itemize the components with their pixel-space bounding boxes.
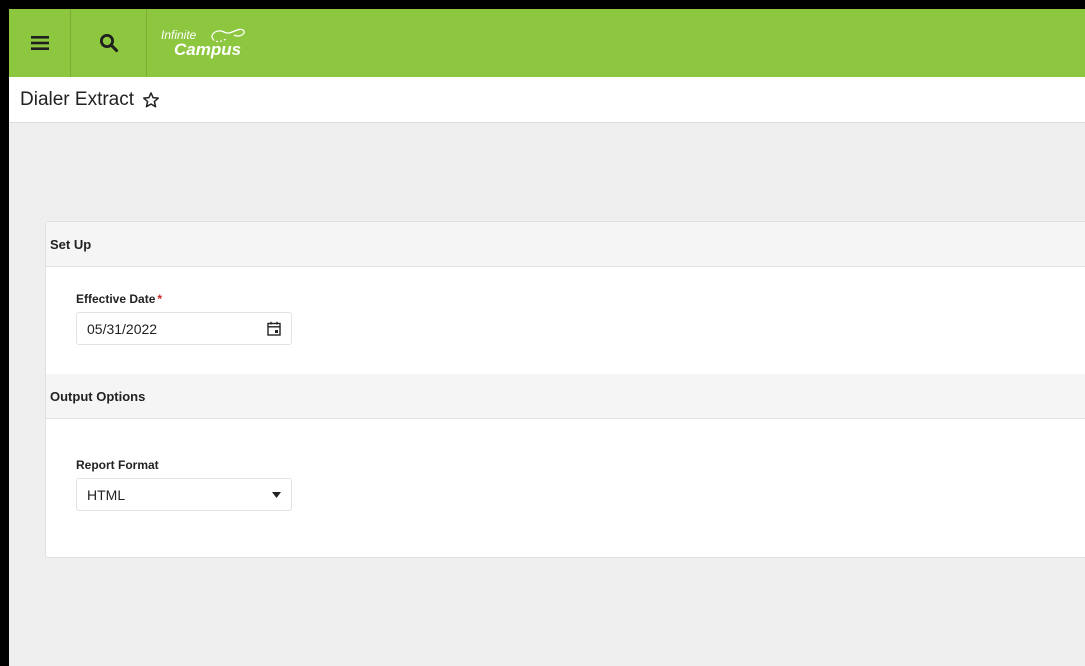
report-format-select[interactable]: HTML bbox=[76, 478, 292, 511]
required-asterisk: * bbox=[157, 292, 163, 306]
output-options-section-header: Output Options bbox=[46, 374, 1085, 419]
hamburger-menu-icon bbox=[30, 36, 49, 50]
infinite-campus-logo[interactable]: Infinite Campus bbox=[147, 9, 245, 77]
effective-date-input[interactable]: 05/31/2022 bbox=[76, 312, 292, 345]
app-frame: Infinite Campus Dialer Extract Set Up Ef… bbox=[9, 9, 1085, 666]
report-format-value: HTML bbox=[87, 486, 126, 503]
setup-section-header: Set Up bbox=[46, 222, 1085, 267]
effective-date-label-text: Effective Date bbox=[76, 292, 156, 306]
effective-date-label: Effective Date * bbox=[76, 292, 162, 306]
page-title-bar: Dialer Extract bbox=[9, 77, 1085, 123]
calendar-button[interactable] bbox=[267, 321, 281, 336]
effective-date-value: 05/31/2022 bbox=[87, 320, 158, 337]
search-button[interactable] bbox=[71, 9, 147, 77]
menu-button[interactable] bbox=[9, 9, 71, 77]
favorite-button[interactable] bbox=[142, 91, 160, 109]
top-navigation-bar: Infinite Campus bbox=[9, 9, 1085, 77]
search-icon bbox=[99, 34, 118, 53]
star-outline-icon bbox=[143, 91, 160, 107]
report-format-label: Report Format bbox=[76, 458, 159, 472]
report-options-card: Set Up Effective Date * 05/31/2022 Output… bbox=[45, 221, 1085, 558]
setup-section-title: Set Up bbox=[50, 236, 92, 252]
page-title: Dialer Extract bbox=[20, 88, 135, 110]
calendar-icon bbox=[267, 321, 281, 336]
caret-down-icon bbox=[272, 489, 281, 501]
output-options-section-title: Output Options bbox=[50, 388, 146, 404]
logo-swirl-icon bbox=[211, 28, 245, 43]
